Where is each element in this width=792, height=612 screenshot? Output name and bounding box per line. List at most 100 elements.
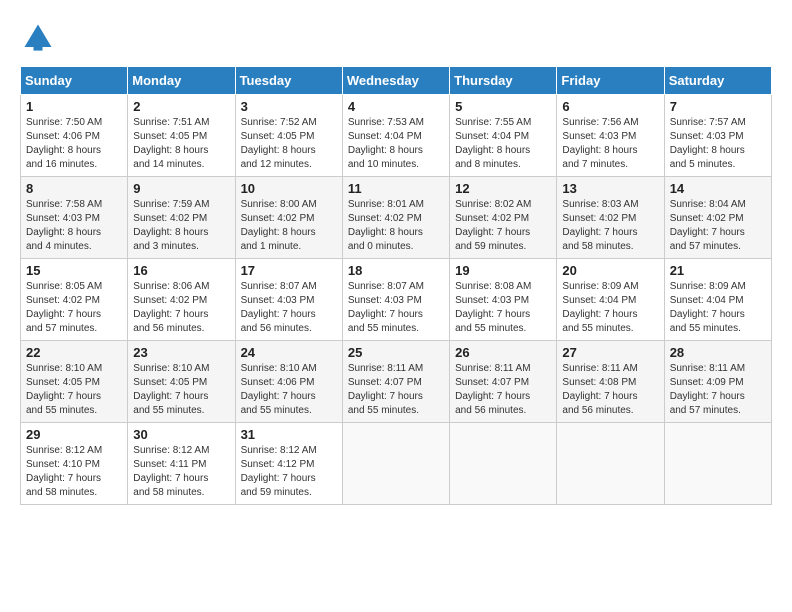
day-number: 19 [455, 263, 551, 278]
calendar-day-cell: 12 Sunrise: 8:02 AMSunset: 4:02 PMDayligh… [450, 177, 557, 259]
weekday-header: Sunday [21, 67, 128, 95]
day-number: 26 [455, 345, 551, 360]
day-number: 7 [670, 99, 766, 114]
day-info: Sunrise: 8:11 AMSunset: 4:08 PMDaylight:… [562, 362, 658, 418]
day-info: Sunrise: 8:11 AMSunset: 4:07 PMDaylight:… [455, 362, 551, 418]
day-info: Sunrise: 8:11 AMSunset: 4:07 PMDaylight:… [348, 362, 444, 418]
day-number: 11 [348, 181, 444, 196]
calendar-day-cell [664, 423, 771, 505]
day-number: 28 [670, 345, 766, 360]
day-number: 24 [241, 345, 337, 360]
day-number: 16 [133, 263, 229, 278]
weekday-header: Friday [557, 67, 664, 95]
calendar-day-cell: 14Sunrise: 8:04 AMSunset: 4:02 PMDayligh… [664, 177, 771, 259]
day-info: Sunrise: 8:01 AMSunset: 4:02 PMDaylight:… [348, 198, 444, 254]
page-header [20, 20, 772, 56]
day-info: Sunrise: 8:10 AMSunset: 4:05 PMDaylight:… [133, 362, 229, 418]
calendar-day-cell: 24 Sunrise: 8:10 AMSunset: 4:06 PMDayligh… [235, 341, 342, 423]
calendar-day-cell: 3 Sunrise: 7:52 AMSunset: 4:05 PMDaylight… [235, 95, 342, 177]
calendar-day-cell: 5Sunrise: 7:55 AMSunset: 4:04 PMDaylight… [450, 95, 557, 177]
calendar-day-cell: 21Sunrise: 8:09 AMSunset: 4:04 PMDayligh… [664, 259, 771, 341]
calendar-day-cell: 1 Sunrise: 7:50 AMSunset: 4:06 PMDaylight… [21, 95, 128, 177]
day-info: Sunrise: 8:03 AMSunset: 4:02 PMDaylight:… [562, 198, 658, 254]
calendar-day-cell: 16 Sunrise: 8:06 AMSunset: 4:02 PMDayligh… [128, 259, 235, 341]
day-number: 9 [133, 181, 229, 196]
day-info: Sunrise: 8:12 AMSunset: 4:10 PMDaylight:… [26, 444, 122, 500]
calendar-day-cell: 2Sunrise: 7:51 AMSunset: 4:05 PMDaylight… [128, 95, 235, 177]
calendar-week-row: 8 Sunrise: 7:58 AMSunset: 4:03 PMDaylight… [21, 177, 772, 259]
day-number: 27 [562, 345, 658, 360]
weekday-header: Monday [128, 67, 235, 95]
day-info: Sunrise: 7:51 AMSunset: 4:05 PMDaylight:… [133, 116, 229, 172]
calendar-day-cell: 6Sunrise: 7:56 AMSunset: 4:03 PMDaylight… [557, 95, 664, 177]
weekday-header: Tuesday [235, 67, 342, 95]
calendar-day-cell: 23 Sunrise: 8:10 AMSunset: 4:05 PMDayligh… [128, 341, 235, 423]
day-info: Sunrise: 8:08 AMSunset: 4:03 PMDaylight:… [455, 280, 551, 336]
day-info: Sunrise: 8:02 AMSunset: 4:02 PMDaylight:… [455, 198, 551, 254]
day-number: 30 [133, 427, 229, 442]
day-info: Sunrise: 7:59 AMSunset: 4:02 PMDaylight:… [133, 198, 229, 254]
day-info: Sunrise: 8:06 AMSunset: 4:02 PMDaylight:… [133, 280, 229, 336]
calendar-day-cell: 25 Sunrise: 8:11 AMSunset: 4:07 PMDayligh… [342, 341, 449, 423]
calendar-week-row: 15 Sunrise: 8:05 AMSunset: 4:02 PMDayligh… [21, 259, 772, 341]
day-info: Sunrise: 8:12 AMSunset: 4:11 PMDaylight:… [133, 444, 229, 500]
day-info: Sunrise: 8:09 AMSunset: 4:04 PMDaylight:… [562, 280, 658, 336]
day-info: Sunrise: 8:05 AMSunset: 4:02 PMDaylight:… [26, 280, 122, 336]
day-info: Sunrise: 7:58 AMSunset: 4:03 PMDaylight:… [26, 198, 122, 254]
day-number: 6 [562, 99, 658, 114]
day-number: 10 [241, 181, 337, 196]
weekday-header: Thursday [450, 67, 557, 95]
logo-icon [20, 20, 56, 56]
day-number: 22 [26, 345, 122, 360]
calendar-week-row: 22 Sunrise: 8:10 AMSunset: 4:05 PMDayligh… [21, 341, 772, 423]
day-number: 8 [26, 181, 122, 196]
day-info: Sunrise: 7:50 AMSunset: 4:06 PMDaylight:… [26, 116, 122, 172]
calendar-day-cell [557, 423, 664, 505]
day-number: 15 [26, 263, 122, 278]
day-number: 1 [26, 99, 122, 114]
calendar-day-cell: 31 Sunrise: 8:12 AMSunset: 4:12 PMDayligh… [235, 423, 342, 505]
day-info: Sunrise: 8:10 AMSunset: 4:06 PMDaylight:… [241, 362, 337, 418]
calendar-day-cell: 13 Sunrise: 8:03 AMSunset: 4:02 PMDayligh… [557, 177, 664, 259]
calendar-day-cell: 19 Sunrise: 8:08 AMSunset: 4:03 PMDayligh… [450, 259, 557, 341]
calendar-day-cell: 9 Sunrise: 7:59 AMSunset: 4:02 PMDaylight… [128, 177, 235, 259]
day-info: Sunrise: 8:11 AMSunset: 4:09 PMDaylight:… [670, 362, 766, 418]
day-info: Sunrise: 7:57 AMSunset: 4:03 PMDaylight:… [670, 116, 766, 172]
calendar-day-cell: 30 Sunrise: 8:12 AMSunset: 4:11 PMDayligh… [128, 423, 235, 505]
day-number: 3 [241, 99, 337, 114]
calendar-day-cell: 4 Sunrise: 7:53 AMSunset: 4:04 PMDaylight… [342, 95, 449, 177]
day-number: 13 [562, 181, 658, 196]
calendar-day-cell: 15 Sunrise: 8:05 AMSunset: 4:02 PMDayligh… [21, 259, 128, 341]
day-number: 25 [348, 345, 444, 360]
day-info: Sunrise: 7:52 AMSunset: 4:05 PMDaylight:… [241, 116, 337, 172]
weekday-header: Saturday [664, 67, 771, 95]
calendar-day-cell: 29 Sunrise: 8:12 AMSunset: 4:10 PMDayligh… [21, 423, 128, 505]
calendar-day-cell: 8 Sunrise: 7:58 AMSunset: 4:03 PMDaylight… [21, 177, 128, 259]
calendar-day-cell: 18Sunrise: 8:07 AMSunset: 4:03 PMDayligh… [342, 259, 449, 341]
calendar-day-cell [342, 423, 449, 505]
calendar-day-cell: 11 Sunrise: 8:01 AMSunset: 4:02 PMDayligh… [342, 177, 449, 259]
calendar-week-row: 29 Sunrise: 8:12 AMSunset: 4:10 PMDayligh… [21, 423, 772, 505]
calendar-day-cell [450, 423, 557, 505]
day-info: Sunrise: 7:55 AMSunset: 4:04 PMDaylight:… [455, 116, 551, 172]
day-info: Sunrise: 8:07 AMSunset: 4:03 PMDaylight:… [241, 280, 337, 336]
day-number: 14 [670, 181, 766, 196]
day-info: Sunrise: 8:12 AMSunset: 4:12 PMDaylight:… [241, 444, 337, 500]
day-number: 23 [133, 345, 229, 360]
calendar-day-cell: 7 Sunrise: 7:57 AMSunset: 4:03 PMDaylight… [664, 95, 771, 177]
day-number: 12 [455, 181, 551, 196]
day-number: 29 [26, 427, 122, 442]
weekday-header: Wednesday [342, 67, 449, 95]
calendar-day-cell: 27 Sunrise: 8:11 AMSunset: 4:08 PMDayligh… [557, 341, 664, 423]
day-number: 17 [241, 263, 337, 278]
day-info: Sunrise: 7:53 AMSunset: 4:04 PMDaylight:… [348, 116, 444, 172]
day-number: 31 [241, 427, 337, 442]
calendar-day-cell: 20 Sunrise: 8:09 AMSunset: 4:04 PMDayligh… [557, 259, 664, 341]
day-number: 4 [348, 99, 444, 114]
logo [20, 20, 62, 56]
day-info: Sunrise: 8:07 AMSunset: 4:03 PMDaylight:… [348, 280, 444, 336]
calendar-table: SundayMondayTuesdayWednesdayThursdayFrid… [20, 66, 772, 505]
day-number: 20 [562, 263, 658, 278]
calendar-day-cell: 28 Sunrise: 8:11 AMSunset: 4:09 PMDayligh… [664, 341, 771, 423]
calendar-day-cell: 22Sunrise: 8:10 AMSunset: 4:05 PMDayligh… [21, 341, 128, 423]
